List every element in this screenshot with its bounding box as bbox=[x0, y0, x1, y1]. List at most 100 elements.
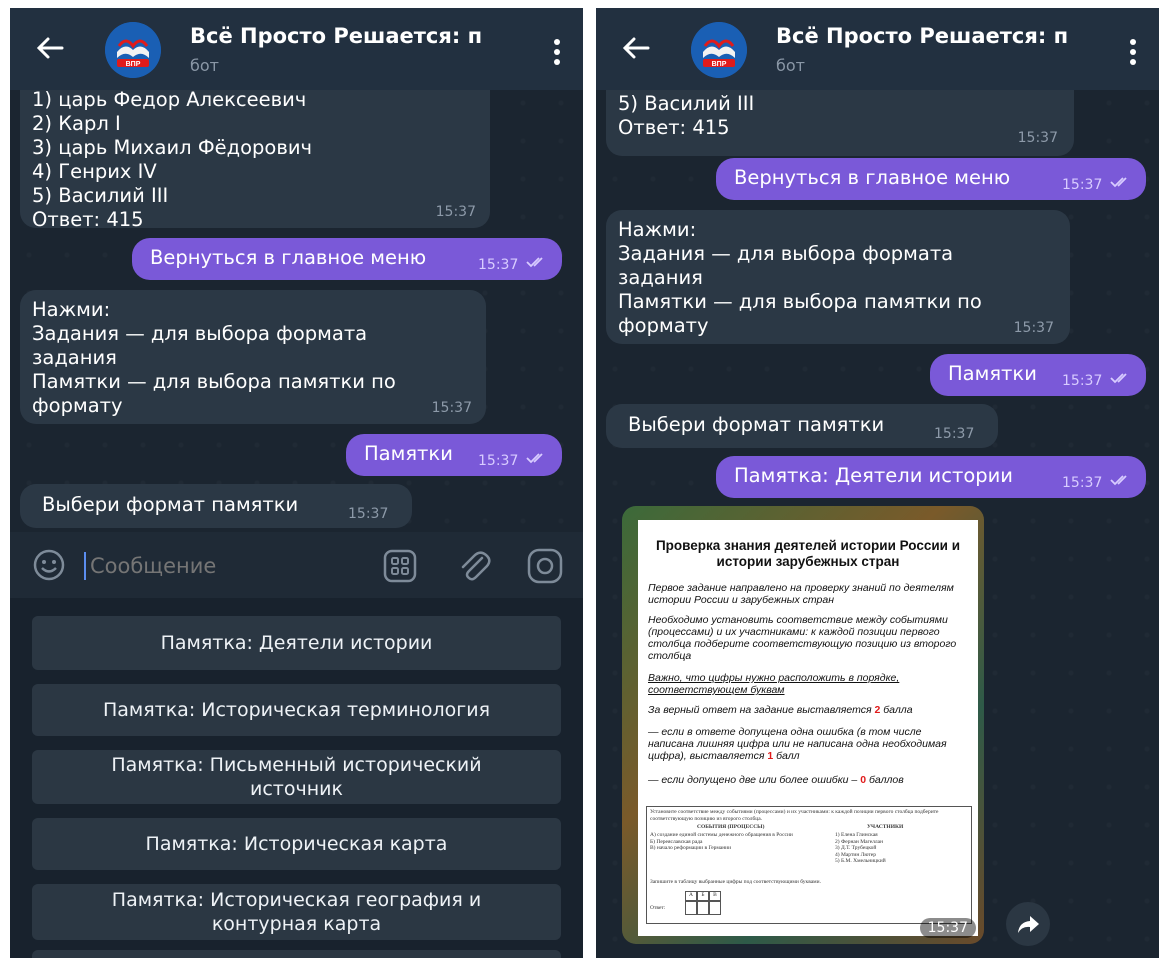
people-list: 1) Елена Глинская 2) Фернан Магеллан 3) … bbox=[835, 832, 965, 865]
memo-text: баллов bbox=[866, 774, 904, 786]
memo-text: балл bbox=[773, 750, 800, 762]
share-button[interactable] bbox=[1006, 902, 1050, 946]
task-heading: Установите соответствие между событиями … bbox=[650, 809, 939, 822]
message-time: 15:37 bbox=[478, 453, 519, 469]
message-text: Выбери формат памятки bbox=[628, 413, 885, 436]
answer-line: 3) царь Михаил Фёдорович bbox=[32, 136, 313, 159]
message-time: 15:37 bbox=[1062, 373, 1103, 389]
camera-icon[interactable] bbox=[526, 547, 564, 585]
answer-grid: А Б В bbox=[685, 891, 721, 915]
message-line: Нажми: bbox=[618, 218, 697, 241]
answer-col: Б bbox=[697, 891, 709, 901]
image-message-memo[interactable]: Проверка знания деятелей истории России … bbox=[622, 506, 984, 944]
message-line: формату bbox=[32, 394, 123, 417]
svg-text:ВПР: ВПР bbox=[126, 61, 141, 68]
outgoing-message-menu: Вернуться в главное меню 15:37 bbox=[716, 158, 1146, 200]
choose-format-message: Выбери формат памятки 15:37 bbox=[20, 484, 412, 528]
left-phone-screen: 1) царь Федор Алексеевич 2) Карл I 3) ца… bbox=[10, 8, 583, 958]
memo-title: Проверка знания деятелей истории России … bbox=[655, 538, 961, 569]
event-item: В) начало реформации в Германии bbox=[650, 845, 732, 851]
choose-format-message: Выбери формат памятки 15:37 bbox=[606, 404, 998, 448]
memo-paragraph: — если в ответе допущена одна ошибка (в … bbox=[648, 726, 970, 762]
answer-line: 2) Карл I bbox=[32, 112, 121, 135]
message-composer bbox=[10, 532, 583, 598]
outgoing-message-menu: Вернуться в главное меню 15:37 bbox=[132, 238, 562, 280]
outgoing-message-pamyatki: Памятки 15:37 bbox=[346, 434, 562, 476]
message-time: 15:37 bbox=[431, 400, 472, 416]
back-arrow-icon[interactable] bbox=[618, 30, 654, 66]
attach-icon[interactable] bbox=[456, 548, 492, 584]
bot-reply-keyboard: Памятка: Деятели истории Памятка: Истори… bbox=[10, 598, 583, 958]
keyboard-button-deyateli[interactable]: Памятка: Деятели истории bbox=[32, 616, 561, 670]
message-time: 15:37 bbox=[478, 257, 519, 273]
message-text: Вернуться в главное меню bbox=[734, 166, 1011, 189]
answer-line: 5) Василий III bbox=[618, 92, 755, 115]
share-arrow-icon bbox=[1018, 916, 1039, 933]
message-time: 15:37 bbox=[435, 204, 476, 220]
chat-header: ВПР Всё Просто Решается: п бот bbox=[10, 8, 583, 90]
message-time: 15:37 bbox=[1062, 177, 1103, 193]
right-phone-screen: 5) Василий III Ответ: 415 15:37 Вернутьс… bbox=[596, 8, 1159, 958]
example-task-table: Установите соответствие между событиями … bbox=[646, 806, 972, 924]
memo-paragraph: Важно, что цифры нужно расположить в пор… bbox=[648, 672, 900, 696]
chat-header: ВПР Всё Просто Решается: п бот bbox=[596, 8, 1159, 90]
double-check-icon bbox=[526, 257, 543, 268]
keyboard-button-terminologiya[interactable]: Памятка: Историческая терминология bbox=[32, 684, 561, 736]
emoji-icon[interactable] bbox=[32, 548, 66, 582]
message-text: Памятки bbox=[364, 442, 453, 465]
person-item: 5) Б.М. Хмельницкий bbox=[835, 858, 886, 864]
answer-message: 1) царь Федор Алексеевич 2) Карл I 3) ца… bbox=[20, 68, 490, 231]
answer-line: Ответ: 415 bbox=[32, 208, 144, 231]
answer-col: А bbox=[685, 891, 697, 901]
instruction-message: Нажми: Задания — для выбора формата зада… bbox=[606, 210, 1070, 344]
message-time: 15:37 bbox=[1062, 475, 1103, 491]
double-check-icon bbox=[1110, 373, 1127, 384]
chat-title[interactable]: Всё Просто Решается: п bbox=[190, 24, 510, 48]
message-input[interactable] bbox=[88, 546, 372, 586]
bot-keyboard-icon[interactable] bbox=[382, 548, 418, 584]
answer-line: 1) царь Федор Алексеевич bbox=[32, 88, 307, 111]
events-list: А) создание единой системы денежного обр… bbox=[650, 832, 820, 852]
outgoing-message-deyateli: Памятка: Деятели истории 15:37 bbox=[716, 456, 1146, 498]
message-time: 15:37 bbox=[1013, 320, 1054, 336]
keyboard-button-partial[interactable] bbox=[32, 950, 561, 958]
keyboard-button-istochnik[interactable]: Памятка: Письменный исторический источни… bbox=[32, 750, 561, 804]
message-line: Задания — для выбора формата bbox=[32, 322, 368, 345]
book-logo-icon: ВПР bbox=[691, 22, 747, 78]
memo-paragraph: — если допущено две или более ошибки – 0… bbox=[648, 774, 970, 786]
memo-paragraph: Первое задание направлено на проверку зн… bbox=[648, 582, 954, 606]
memo-paragraph: Необходимо установить соответствие между… bbox=[648, 614, 957, 662]
message-time: 15:37 bbox=[1017, 130, 1058, 146]
double-check-icon bbox=[1110, 177, 1127, 188]
message-time: 15:37 bbox=[348, 506, 389, 522]
cursor bbox=[84, 552, 86, 580]
book-logo-icon: ВПР bbox=[105, 22, 161, 78]
message-line: задания bbox=[32, 346, 117, 369]
keyboard-button-karta[interactable]: Памятка: Историческая карта bbox=[32, 818, 561, 870]
bot-avatar[interactable]: ВПР bbox=[691, 22, 747, 78]
message-text: Памятка: Деятели истории bbox=[734, 464, 1013, 487]
bot-avatar[interactable]: ВПР bbox=[105, 22, 161, 78]
message-line: Памятки — для выбора памятки по bbox=[32, 370, 396, 393]
message-line: задания bbox=[618, 266, 703, 289]
message-text: Выбери формат памятки bbox=[42, 493, 299, 516]
memo-text: — если допущено две или более ошибки – bbox=[648, 774, 861, 786]
keyboard-button-geografiya[interactable]: Памятка: Историческая география и контур… bbox=[32, 884, 561, 940]
double-check-icon bbox=[1110, 475, 1127, 486]
more-menu-icon[interactable] bbox=[553, 38, 561, 66]
answer-grid-cells bbox=[685, 901, 721, 915]
memo-paragraph: За верный ответ на задание выставляется … bbox=[648, 704, 970, 716]
more-menu-icon[interactable] bbox=[1129, 38, 1137, 66]
answer-col: В bbox=[709, 891, 721, 901]
message-line: Задания — для выбора формата bbox=[618, 242, 954, 265]
back-arrow-icon[interactable] bbox=[32, 30, 68, 66]
message-text: Памятки bbox=[948, 362, 1037, 385]
outgoing-message-pamyatki: Памятки 15:37 bbox=[930, 354, 1146, 396]
message-time: 15:37 bbox=[934, 426, 975, 442]
message-text: Вернуться в главное меню bbox=[150, 246, 427, 269]
message-line: Памятки — для выбора памятки по bbox=[618, 290, 982, 313]
answer-line: 4) Генрих IV bbox=[32, 160, 157, 183]
memo-text: За верный ответ на задание выставляется bbox=[648, 704, 875, 716]
answer-grid-header: А Б В bbox=[685, 891, 721, 901]
chat-title[interactable]: Всё Просто Решается: п bbox=[776, 24, 1096, 48]
